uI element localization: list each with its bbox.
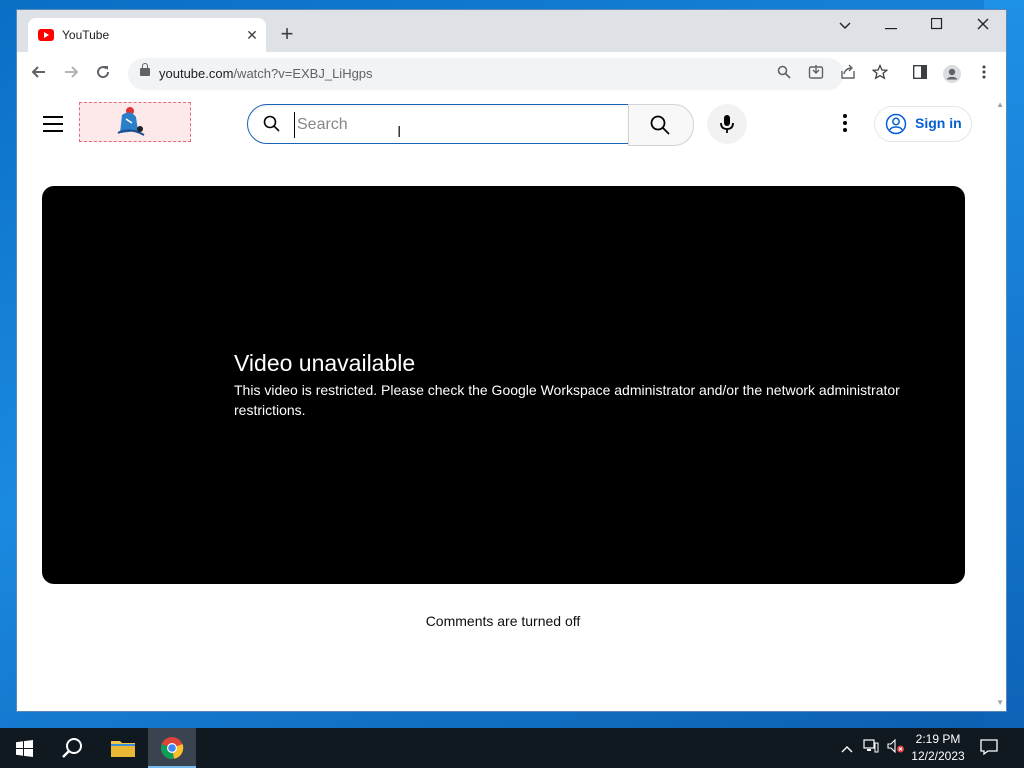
volume-muted-icon[interactable] [885,728,907,768]
voice-search-button[interactable] [707,104,747,144]
tab-title: YouTube [62,28,110,42]
notification-icon[interactable] [980,738,1000,758]
forward-icon[interactable] [57,60,85,88]
install-icon[interactable] [806,64,826,84]
scroll-up-arrow[interactable]: ▲ [996,100,1004,109]
search-button[interactable] [628,104,694,146]
tab-strip: YouTube ✕ + [17,10,1006,52]
reload-icon[interactable] [89,60,117,88]
window-close-button[interactable] [960,10,1006,40]
youtube-favicon [38,29,54,41]
address-bar[interactable]: youtube.com/watch?v=EXBJ_LiHgps [128,58,889,90]
browser-window: YouTube ✕ + youtube.com/watch?v=EXBJ_LiH… [17,10,1006,711]
doodle-figure-icon [117,107,145,136]
sign-in-label: Sign in [915,115,962,131]
chevron-up-icon[interactable] [838,728,856,768]
youtube-doodle-logo[interactable] [79,102,191,142]
sign-in-button[interactable]: Sign in [874,106,972,142]
side-panel-icon[interactable] [910,64,930,84]
clock-time: 2:19 PM [915,732,961,746]
chrome-icon [161,737,184,759]
tab-search-chevron-icon[interactable] [822,10,868,40]
search-icon [263,115,280,132]
comments-status: Comments are turned off [425,613,581,629]
kebab-icon[interactable] [974,64,994,84]
profile-icon[interactable] [942,64,962,84]
search-icon [62,738,82,758]
back-icon[interactable] [25,60,53,88]
error-title: Video unavailable [234,350,416,376]
start-button[interactable] [0,728,48,768]
system-clock[interactable]: 2:19 PM 12/2/2023 [905,731,971,765]
youtube-page: ▲ ▼ I [17,96,1006,711]
tab-youtube[interactable]: YouTube ✕ [28,18,266,52]
minimize-button[interactable] [868,10,914,40]
search-box[interactable] [247,104,629,144]
mic-icon [720,115,734,133]
browser-toolbar: youtube.com/watch?v=EXBJ_LiHgps [17,52,1006,97]
taskbar: 2:19 PM 12/2/2023 [0,728,1024,768]
settings-kebab-icon[interactable] [833,112,857,136]
taskbar-search-button[interactable] [50,728,96,768]
file-explorer-button[interactable] [100,728,146,768]
share-icon[interactable] [838,64,858,84]
video-player[interactable]: Video unavailable This video is restrict… [42,186,965,584]
url-text[interactable]: youtube.com/watch?v=EXBJ_LiHgps [159,66,373,81]
hamburger-icon[interactable] [43,116,63,132]
search-icon [650,115,670,135]
network-icon[interactable] [861,728,881,768]
star-icon[interactable] [870,63,890,84]
i-beam-cursor: I [397,124,402,141]
folder-icon [111,741,135,757]
scroll-down-arrow[interactable]: ▼ [996,698,1004,707]
chrome-taskbar-button[interactable] [148,728,196,768]
error-message: This video is restricted. Please check t… [234,382,900,418]
windows-icon [16,740,33,757]
lock-icon[interactable] [140,63,150,76]
search-input[interactable] [294,112,599,138]
account-icon [885,113,907,135]
plus-icon[interactable]: + [275,23,299,48]
zoom-icon[interactable] [774,64,794,84]
maximize-button[interactable] [914,10,960,40]
clock-date: 12/2/2023 [911,749,965,763]
close-icon[interactable]: ✕ [242,25,262,45]
